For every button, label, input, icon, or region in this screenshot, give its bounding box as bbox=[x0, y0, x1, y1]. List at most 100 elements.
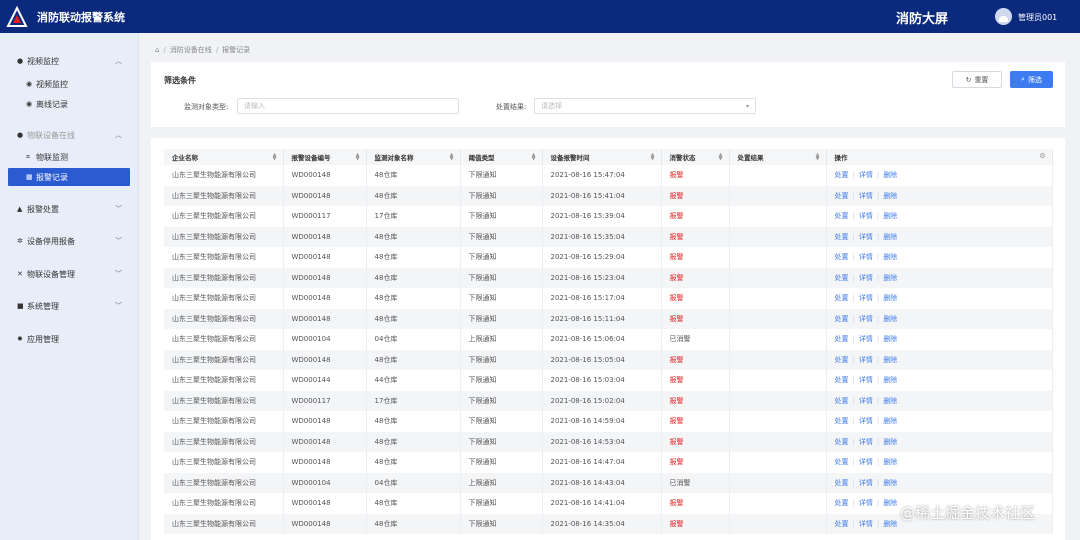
details-link[interactable]: 详情 bbox=[859, 253, 873, 261]
handle-link[interactable]: 处置 bbox=[835, 212, 849, 220]
handle-link[interactable]: 处置 bbox=[835, 397, 849, 405]
delete-link[interactable]: 删除 bbox=[883, 294, 897, 302]
sidebar-item-device-disable[interactable]: ✲ 设备停用报备 ﹀ bbox=[0, 232, 139, 250]
breadcrumb: ⌂ / 消防设备在线 / 报警记录 bbox=[155, 45, 251, 55]
table-header-row: 企业名称 ▲ ▼ 报警设备编号 ▲ ▼ 监测对象名称 ▲ ▼ 阈值类型 ▲ ▼ 设备报警时间 ▲ ▼ 消警状态… bbox=[164, 149, 1053, 165]
table-cell: 报警 bbox=[661, 390, 730, 411]
handle-link[interactable]: 处置 bbox=[835, 294, 849, 302]
sidebar-item-iot-monitor[interactable]: ⌗ 物联监测 bbox=[0, 148, 139, 166]
sidebar-item-system-manage[interactable]: ■ 系统管理 ﹀ bbox=[0, 297, 139, 315]
delete-link[interactable]: 删除 bbox=[883, 253, 897, 261]
big-screen-link[interactable]: 消防大屏 bbox=[896, 8, 948, 27]
handle-link[interactable]: 处置 bbox=[835, 335, 849, 343]
details-link[interactable]: 详情 bbox=[859, 520, 873, 528]
filter-button[interactable]: ⌕ 筛选 bbox=[1010, 71, 1053, 88]
sort-icon[interactable]: ▲ ▼ bbox=[356, 153, 360, 162]
details-link[interactable]: 详情 bbox=[859, 417, 873, 425]
home-icon[interactable]: ⌂ bbox=[155, 46, 159, 54]
table-cell: WD000104 bbox=[283, 472, 367, 493]
details-link[interactable]: 详情 bbox=[859, 294, 873, 302]
handle-link[interactable]: 处置 bbox=[835, 274, 849, 282]
delete-link[interactable]: 删除 bbox=[883, 212, 897, 220]
details-link[interactable]: 详情 bbox=[859, 192, 873, 200]
handle-link[interactable]: 处置 bbox=[835, 438, 849, 446]
handle-link[interactable]: 处置 bbox=[835, 376, 849, 384]
sort-icon[interactable]: ▲ ▼ bbox=[719, 153, 723, 162]
sidebar-item-video-monitor[interactable]: ● 视频监控 ︿ bbox=[0, 52, 139, 70]
details-link[interactable]: 详情 bbox=[859, 499, 873, 507]
handle-link[interactable]: 处置 bbox=[835, 315, 849, 323]
delete-link[interactable]: 删除 bbox=[883, 171, 897, 179]
sort-icon[interactable]: ▲ ▼ bbox=[816, 153, 820, 162]
details-link[interactable]: 详情 bbox=[859, 233, 873, 241]
delete-link[interactable]: 删除 bbox=[883, 192, 897, 200]
delete-link[interactable]: 删除 bbox=[883, 356, 897, 364]
sidebar-item-video-monitor-sub[interactable]: ◉ 视频监控 bbox=[0, 75, 139, 93]
username[interactable]: 管理员001 bbox=[1018, 12, 1057, 23]
handle-link[interactable]: 处置 bbox=[835, 417, 849, 425]
sidebar-item-iot-device-manage[interactable]: ✕ 物联设备管理 ﹀ bbox=[0, 265, 139, 283]
handle-link[interactable]: 处置 bbox=[835, 499, 849, 507]
reset-button[interactable]: ↻ 重置 bbox=[952, 71, 1002, 88]
handle-link[interactable]: 处置 bbox=[835, 520, 849, 528]
sidebar-item-alarm-records[interactable]: ▦ 报警记录 bbox=[8, 168, 130, 186]
column-header[interactable]: 监测对象名称 ▲ ▼ bbox=[366, 149, 461, 165]
breadcrumb-item[interactable]: 消防设备在线 bbox=[170, 45, 212, 55]
details-link[interactable]: 详情 bbox=[859, 458, 873, 466]
handle-link[interactable]: 处置 bbox=[835, 479, 849, 487]
details-link[interactable]: 详情 bbox=[859, 397, 873, 405]
divider: | bbox=[876, 273, 880, 282]
column-header[interactable]: 消警状态 ▲ ▼ bbox=[661, 149, 730, 165]
sort-icon[interactable]: ▲ ▼ bbox=[273, 153, 277, 162]
table-cell bbox=[729, 390, 827, 411]
column-header[interactable]: 报警设备编号 ▲ ▼ bbox=[283, 149, 367, 165]
delete-link[interactable]: 删除 bbox=[883, 397, 897, 405]
result-select[interactable]: 请选择 ▾ bbox=[534, 98, 756, 114]
table-cell: 山东三聚生物能源有限公司 bbox=[164, 308, 284, 329]
details-link[interactable]: 详情 bbox=[859, 376, 873, 384]
handle-link[interactable]: 处置 bbox=[835, 171, 849, 179]
delete-link[interactable]: 删除 bbox=[883, 233, 897, 241]
column-header[interactable]: 设备报警时间 ▲ ▼ bbox=[542, 149, 662, 165]
delete-link[interactable]: 删除 bbox=[883, 335, 897, 343]
object-type-input[interactable]: 请输入 bbox=[237, 98, 459, 114]
details-link[interactable]: 详情 bbox=[859, 479, 873, 487]
details-link[interactable]: 详情 bbox=[859, 356, 873, 364]
sidebar-item-iot-online[interactable]: ● 物联设备在线 ︿ bbox=[0, 126, 139, 144]
sort-icon[interactable]: ▲ ▼ bbox=[651, 153, 655, 162]
handle-link[interactable]: 处置 bbox=[835, 356, 849, 364]
avatar[interactable] bbox=[995, 8, 1012, 25]
handle-link[interactable]: 处置 bbox=[835, 253, 849, 261]
gear-icon[interactable]: ⚙ bbox=[1039, 152, 1045, 160]
details-link[interactable]: 详情 bbox=[859, 315, 873, 323]
sidebar-item-app-manage[interactable]: ✹ 应用管理 bbox=[0, 330, 139, 348]
bulb-icon: ● bbox=[17, 131, 24, 139]
details-link[interactable]: 详情 bbox=[859, 335, 873, 343]
delete-link[interactable]: 删除 bbox=[883, 438, 897, 446]
delete-link[interactable]: 删除 bbox=[883, 499, 897, 507]
delete-link[interactable]: 删除 bbox=[883, 274, 897, 282]
details-link[interactable]: 详情 bbox=[859, 171, 873, 179]
details-link[interactable]: 详情 bbox=[859, 438, 873, 446]
handle-link[interactable]: 处置 bbox=[835, 233, 849, 241]
column-header[interactable]: 阈值类型 ▲ ▼ bbox=[460, 149, 543, 165]
sidebar-item-alarm-handling[interactable]: ▲ 报警处置 ﹀ bbox=[0, 200, 139, 218]
delete-link[interactable]: 删除 bbox=[883, 315, 897, 323]
delete-link[interactable]: 删除 bbox=[883, 417, 897, 425]
handle-link[interactable]: 处置 bbox=[835, 192, 849, 200]
sort-icon[interactable]: ▲ ▼ bbox=[450, 153, 454, 162]
delete-link[interactable]: 删除 bbox=[883, 479, 897, 487]
details-link[interactable]: 详情 bbox=[859, 274, 873, 282]
delete-link[interactable]: 删除 bbox=[883, 458, 897, 466]
delete-link[interactable]: 删除 bbox=[883, 520, 897, 528]
sort-icon[interactable]: ▲ ▼ bbox=[532, 153, 536, 162]
table-cell: 2021-08-16 15:11:04 bbox=[542, 308, 662, 329]
table-row: 山东三聚生物能源有限公司 WD000117 17仓库 下限通知 2021-08-16 1… bbox=[164, 206, 1053, 227]
column-header[interactable]: 处置结果 ▲ ▼ bbox=[729, 149, 827, 165]
delete-link[interactable]: 删除 bbox=[883, 376, 897, 384]
sidebar-item-offline-records[interactable]: ◉ 离线记录 bbox=[0, 95, 139, 113]
actions-cell: 处置 | 详情 | 删除 bbox=[826, 226, 1053, 247]
details-link[interactable]: 详情 bbox=[859, 212, 873, 220]
handle-link[interactable]: 处置 bbox=[835, 458, 849, 466]
column-header[interactable]: 企业名称 ▲ ▼ bbox=[164, 149, 284, 165]
